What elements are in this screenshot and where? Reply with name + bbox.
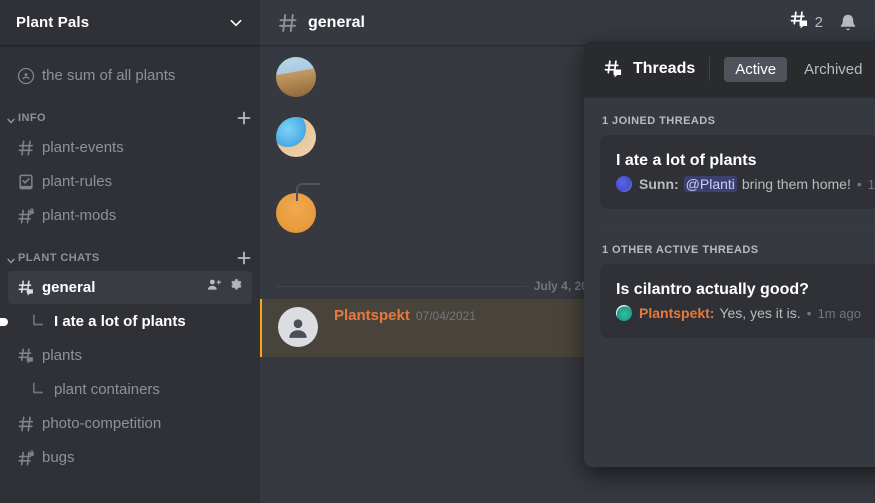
sidebar-thread-i-ate-a-lot-of-plants[interactable]: I ate a lot of plants [0, 305, 252, 338]
channel-actions [206, 277, 244, 298]
message-username[interactable]: Plantspekt [334, 307, 410, 324]
avatar[interactable] [276, 57, 316, 97]
thread-card-title: Is cilantro actually good? [616, 281, 809, 298]
thread-elbow-icon [28, 380, 48, 400]
channel-label: plant-mods [42, 207, 117, 224]
threads-icon [602, 58, 624, 80]
thread-timestamp: 1m ago [867, 176, 875, 192]
sidebar-item-plant-events[interactable]: plant-events [8, 131, 252, 164]
stage-label: the sum of all plants [42, 67, 176, 84]
thread-card-body: I ate a lot of plants Sunn: @Planti brin… [616, 152, 875, 192]
active-thread-indicator [0, 317, 8, 326]
threads-list[interactable]: 1 JOINED THREADS I ate a lot of plants S… [584, 97, 875, 467]
main-content: general 2 July 4, 2021 Plantspekt 07/04/… [260, 0, 875, 503]
sidebar-item-stage[interactable]: the sum of all plants [8, 59, 252, 92]
guild-name: Plant Pals [16, 14, 90, 31]
hash-thread-icon [16, 278, 36, 298]
channel-label: photo-competition [42, 415, 162, 432]
bell-icon[interactable] [837, 12, 859, 34]
sidebar-item-general[interactable]: general [8, 271, 252, 304]
message-timestamp: 07/04/2021 [415, 309, 476, 323]
hash-lock-icon [16, 448, 36, 468]
hash-lock-icon [16, 206, 36, 226]
threads-icon [788, 9, 810, 36]
header-actions: 2 [788, 9, 867, 36]
stage-icon [16, 66, 36, 86]
channel-header: general 2 [260, 0, 875, 45]
avatar[interactable] [278, 307, 318, 347]
sidebar-item-bugs[interactable]: bugs [8, 441, 252, 474]
thread-timestamp: 1m ago [817, 305, 861, 321]
mention-chip[interactable]: @Planti [683, 176, 737, 192]
chevron-down-icon [6, 113, 16, 124]
avatar [616, 305, 632, 321]
sidebar-item-plants[interactable]: plants [8, 339, 252, 372]
thread-card[interactable]: I ate a lot of plants Sunn: @Planti brin… [600, 135, 875, 209]
hash-thread-icon [16, 346, 36, 366]
threads-popout: Threads Active Archived Create 1 JOINED … [584, 41, 875, 467]
avatar[interactable] [276, 117, 316, 157]
thread-card-title: I ate a lot of plants [616, 152, 757, 169]
page-title: general [308, 13, 365, 31]
sidebar-item-photo-competition[interactable]: photo-competition [8, 407, 252, 440]
sidebar-item-plant-rules[interactable]: plant-rules [8, 165, 252, 198]
discord-window: Plant Pals the sum of all plants INFO pl… [0, 0, 875, 503]
channel-list: the sum of all plants INFO plant-events … [0, 45, 260, 474]
add-member-icon[interactable] [206, 277, 222, 298]
category-plant-chats[interactable]: PLANT CHATS [0, 246, 260, 270]
hash-icon [16, 138, 36, 158]
channel-label: plant-events [42, 139, 124, 156]
header-separator [709, 57, 711, 81]
thread-message: Yes, yes it is. [719, 305, 801, 321]
threads-button[interactable]: 2 [788, 9, 823, 36]
separator-dot: • [856, 176, 862, 192]
thread-card[interactable]: Is cilantro actually good? Plantspekt: Y… [600, 264, 875, 338]
threads-title: Threads [633, 60, 696, 77]
hash-icon [16, 414, 36, 434]
category-name: INFO [18, 112, 47, 124]
sidebar-thread-plant-containers[interactable]: plant containers [8, 373, 252, 406]
channel-label: bugs [42, 449, 75, 466]
thread-label: plant containers [54, 381, 160, 398]
thread-message: bring them home! [741, 176, 851, 192]
chevron-down-icon[interactable] [228, 15, 244, 31]
threads-count: 2 [814, 14, 823, 31]
thread-author: Plantspekt: [639, 305, 715, 321]
channel-label: plant-rules [42, 173, 113, 190]
tab-archived[interactable]: Archived [793, 57, 873, 82]
category-name: PLANT CHATS [18, 252, 100, 264]
reply-connector [296, 183, 320, 201]
tab-active[interactable]: Active [724, 56, 788, 82]
channel-label: general [42, 279, 96, 296]
channel-label: plants [42, 347, 83, 364]
threads-popout-header: Threads Active Archived Create [584, 41, 875, 97]
separator-dot: • [806, 305, 812, 321]
section-title-joined: 1 JOINED THREADS [602, 115, 716, 127]
add-channel-icon[interactable] [236, 250, 252, 266]
rules-book-icon [16, 172, 36, 192]
hash-icon [276, 11, 300, 35]
sidebar-item-plant-mods[interactable]: plant-mods [8, 199, 252, 232]
divider-line-left [276, 285, 526, 287]
avatar [616, 176, 632, 192]
thread-label: I ate a lot of plants [54, 313, 186, 330]
add-channel-icon[interactable] [236, 110, 252, 126]
channel-sidebar: Plant Pals the sum of all plants INFO pl… [0, 0, 260, 503]
thread-card-preview: Plantspekt: Yes, yes it is. • 1m ago [616, 305, 875, 321]
guild-header[interactable]: Plant Pals [0, 0, 260, 45]
thread-card-body: Is cilantro actually good? Plantspekt: Y… [616, 281, 875, 321]
section-title-other: 1 OTHER ACTIVE THREADS [602, 244, 759, 256]
thread-author: Sunn: [639, 176, 679, 192]
category-info[interactable]: INFO [0, 106, 260, 130]
thread-elbow-icon [28, 312, 48, 332]
gear-icon[interactable] [228, 277, 244, 298]
thread-card-preview: Sunn: @Planti bring them home! • 1m ago [616, 176, 875, 192]
chevron-down-icon [6, 253, 16, 264]
